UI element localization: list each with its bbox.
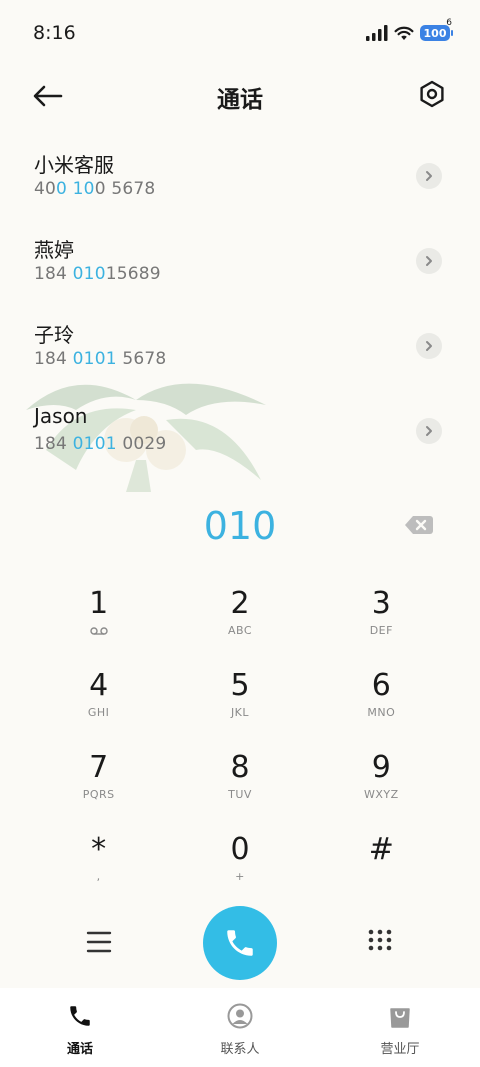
settings-button[interactable] bbox=[414, 76, 450, 112]
key-letters: , bbox=[96, 870, 101, 883]
key-digit: 2 bbox=[230, 586, 250, 621]
status-bar: 8:16 100 6 bbox=[0, 0, 480, 66]
key-letters: PQRS bbox=[82, 788, 115, 801]
wifi-badge: 6 bbox=[446, 18, 452, 28]
number-segment: 15689 bbox=[105, 264, 161, 284]
chevron-right-icon bbox=[426, 256, 432, 266]
key-digit: 4 bbox=[89, 668, 109, 703]
contact-suggestion-list: 小米客服 400 100 5678 燕婷 184 01015689 子玲 184 0101… bbox=[0, 134, 480, 474]
key-digit: 7 bbox=[89, 750, 109, 785]
contact-row[interactable]: 子玲 184 0101 5678 bbox=[0, 304, 480, 389]
key-9[interactable]: 9 WXYZ bbox=[311, 744, 452, 826]
call-button[interactable] bbox=[203, 906, 277, 980]
action-row bbox=[0, 905, 480, 981]
contact-name: 燕婷 bbox=[34, 238, 74, 262]
key-digit: 0 bbox=[230, 832, 250, 867]
key-0[interactable]: 0 + bbox=[169, 826, 310, 908]
key-8[interactable]: 8 TUV bbox=[169, 744, 310, 826]
contact-number: 184 0101 0029 bbox=[34, 434, 166, 454]
key-digit: 9 bbox=[371, 750, 391, 785]
dial-keypad: 1 2 ABC 3 DEF 4 GHI 5 JKL 6 MNO 7 PQRS 8 TUV 9 WXYZ *, 0 + # bbox=[28, 580, 452, 908]
contact-detail-button[interactable] bbox=[416, 418, 442, 444]
dial-display: 010 bbox=[0, 500, 480, 556]
contact-name: 小米客服 bbox=[34, 153, 114, 177]
signal-icon bbox=[366, 25, 388, 41]
dialpad-icon[interactable] bbox=[367, 929, 393, 955]
phone-icon bbox=[227, 930, 253, 956]
number-segment: 184 bbox=[34, 434, 73, 454]
key-letters: ABC bbox=[227, 624, 253, 637]
contact-row[interactable]: Jason 184 0101 0029 bbox=[0, 389, 480, 474]
nav-contacts[interactable]: 联系人 bbox=[160, 988, 320, 1067]
chevron-right-icon bbox=[426, 426, 432, 436]
number-segment: 5678 bbox=[116, 349, 167, 369]
menu-icon[interactable] bbox=[86, 929, 112, 955]
contact-number: 400 100 5678 bbox=[34, 179, 155, 199]
key-letters: JKL bbox=[230, 706, 250, 719]
key-digit: 5 bbox=[230, 668, 250, 703]
key-letters: GHI bbox=[87, 706, 110, 719]
number-match-highlight: 010 bbox=[72, 264, 106, 284]
nav-calls[interactable]: 通话 bbox=[0, 988, 160, 1067]
key-digit: 1 bbox=[89, 586, 109, 621]
key-hash[interactable]: # bbox=[311, 826, 452, 908]
key-letters: MNO bbox=[367, 706, 396, 719]
nav-label: 通话 bbox=[66, 1042, 93, 1057]
key-letters: TUV bbox=[228, 788, 252, 801]
battery-level: 100 bbox=[423, 26, 447, 40]
key-3[interactable]: 3 DEF bbox=[311, 580, 452, 662]
nav-store[interactable]: 营业厅 bbox=[320, 988, 480, 1067]
contact-row[interactable]: 小米客服 400 100 5678 bbox=[0, 134, 480, 219]
contact-number: 184 0101 5678 bbox=[34, 349, 166, 369]
backspace-icon[interactable] bbox=[404, 514, 434, 536]
contact-detail-button[interactable] bbox=[416, 333, 442, 359]
number-segment: 184 bbox=[34, 349, 73, 369]
key-letters: WXYZ bbox=[363, 788, 399, 801]
number-segment: 0 5678 bbox=[94, 179, 156, 199]
key-digit: # bbox=[368, 832, 394, 867]
phone-icon bbox=[70, 1006, 90, 1026]
bottom-navigation: 通话 联系人 营业厅 bbox=[0, 988, 480, 1067]
number-segment: 0029 bbox=[116, 434, 167, 454]
key-digit: 6 bbox=[371, 668, 391, 703]
status-time: 8:16 bbox=[33, 22, 76, 44]
key-letters: DEF bbox=[369, 624, 393, 637]
key-1[interactable]: 1 bbox=[28, 580, 169, 662]
status-icons: 100 bbox=[366, 22, 453, 44]
contact-number: 184 01015689 bbox=[34, 264, 161, 284]
contact-name: Jason bbox=[34, 404, 88, 428]
key-star[interactable]: *, bbox=[28, 826, 169, 908]
number-match-highlight: 0101 bbox=[72, 349, 117, 369]
number-match-highlight: 0101 bbox=[72, 434, 117, 454]
header: 通话 bbox=[0, 66, 480, 124]
contacts-icon bbox=[227, 1003, 253, 1029]
store-bag-icon bbox=[390, 1008, 410, 1028]
key-7[interactable]: 7 PQRS bbox=[28, 744, 169, 826]
key-6[interactable]: 6 MNO bbox=[311, 662, 452, 744]
key-digit: 3 bbox=[371, 586, 391, 621]
contact-detail-button[interactable] bbox=[416, 163, 442, 189]
number-segment: 40 bbox=[34, 179, 57, 199]
contact-detail-button[interactable] bbox=[416, 248, 442, 274]
key-digit: * bbox=[91, 832, 107, 867]
wifi-icon bbox=[394, 26, 414, 40]
key-letters: + bbox=[235, 870, 245, 883]
number-match-highlight: 0 10 bbox=[56, 179, 95, 199]
voicemail-icon bbox=[89, 627, 108, 635]
number-segment: 184 bbox=[34, 264, 73, 284]
key-5[interactable]: 5 JKL bbox=[169, 662, 310, 744]
page-title: 通话 bbox=[217, 87, 263, 113]
key-2[interactable]: 2 ABC bbox=[169, 580, 310, 662]
contact-name: 子玲 bbox=[34, 323, 74, 347]
chevron-right-icon bbox=[426, 171, 432, 181]
nav-label: 联系人 bbox=[220, 1042, 260, 1057]
chevron-right-icon bbox=[426, 341, 432, 351]
nav-label: 营业厅 bbox=[380, 1042, 420, 1057]
key-4[interactable]: 4 GHI bbox=[28, 662, 169, 744]
contact-row[interactable]: 燕婷 184 01015689 bbox=[0, 219, 480, 304]
settings-icon bbox=[420, 80, 444, 108]
key-digit: 8 bbox=[230, 750, 250, 785]
